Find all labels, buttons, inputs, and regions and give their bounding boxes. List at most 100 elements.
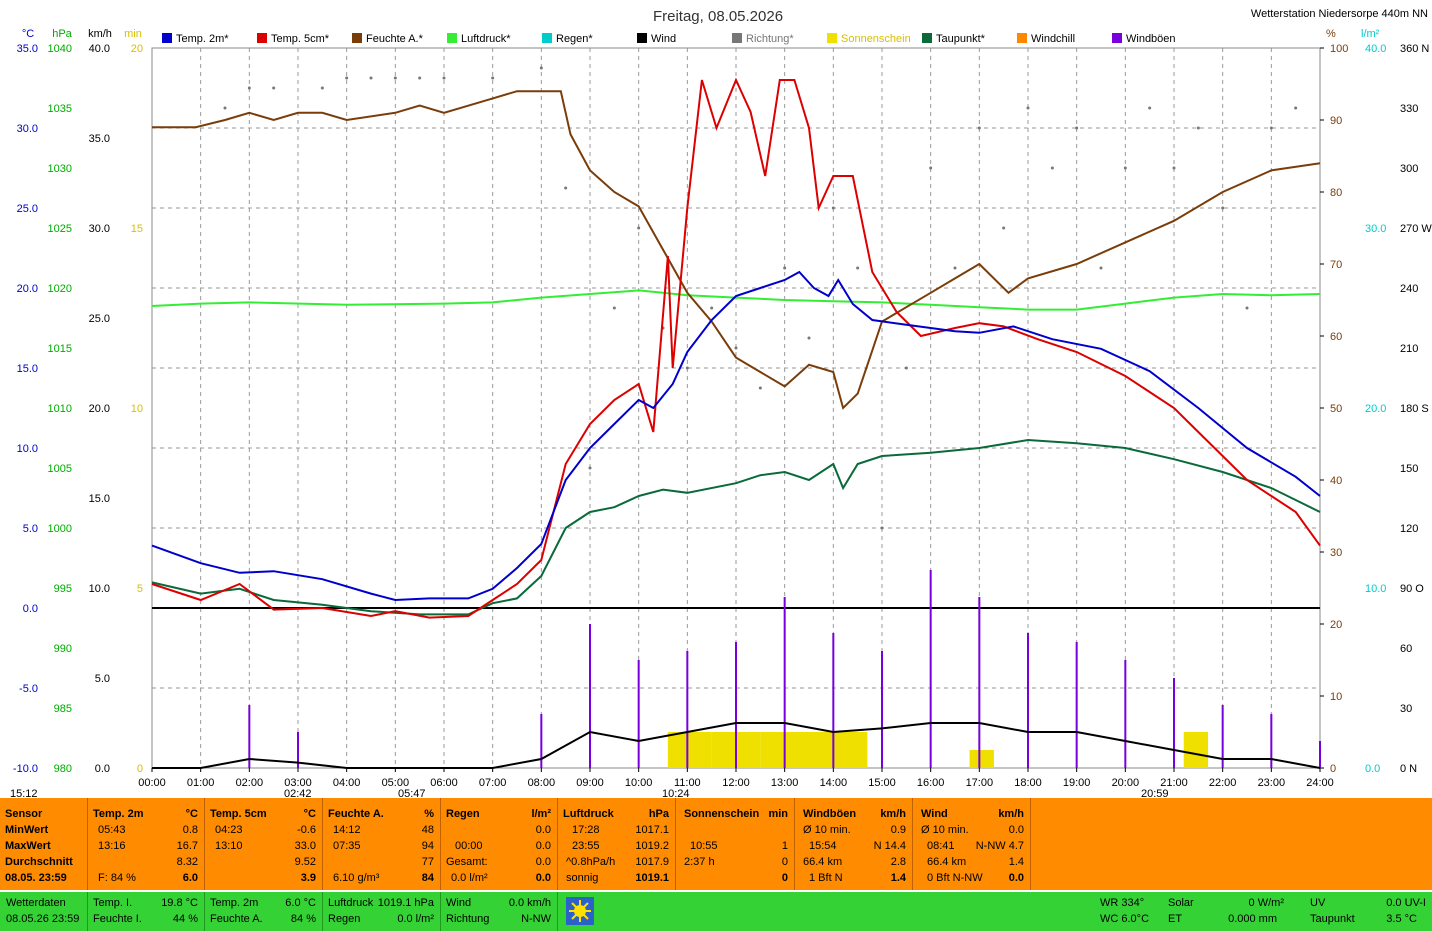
regen-unit: l/m² — [531, 808, 551, 820]
temp2m-now-label: Temp. 2m — [210, 897, 259, 909]
direction-point — [612, 306, 616, 310]
legend-swatch — [732, 33, 742, 43]
y-right-unit: l/m² — [1361, 28, 1380, 40]
solar-label: Solar — [1168, 897, 1194, 909]
sunshine-bar — [711, 732, 736, 768]
windboeen-r1: 0.9 — [890, 824, 906, 836]
regen-title: Regen — [446, 808, 480, 820]
legend-swatch — [637, 33, 647, 43]
x-tick-label: 07:00 — [479, 777, 507, 789]
y-right-tick: 50 — [1330, 403, 1342, 415]
direction-point — [783, 266, 787, 270]
wind-unit: km/h — [998, 808, 1024, 820]
direction-point — [1075, 126, 1079, 130]
y-left-tick: 20.0 — [17, 283, 38, 295]
temp5cm-max: 33.0 — [294, 840, 316, 852]
legend-label: Temp. 2m* — [176, 33, 229, 45]
temp2m-min-time: 05:43 — [98, 824, 126, 836]
row-current-label: 08.05. 23:59 — [5, 872, 67, 884]
y-left-tick: 15.0 — [17, 363, 38, 375]
y-left-tick: 0.0 — [95, 763, 110, 775]
direction-point — [1026, 106, 1030, 110]
y-left-tick: 990 — [54, 643, 72, 655]
y-left-tick: 30.0 — [89, 223, 110, 235]
legend-label: Luftdruck* — [461, 33, 511, 45]
y-right-tick: 30 — [1400, 703, 1412, 715]
wind-r4: 0.0 — [1008, 872, 1024, 884]
wind-now-label: Wind — [446, 897, 472, 909]
feuchte-title: Feuchte A. — [328, 808, 384, 820]
y-left-tick: 1000 — [48, 523, 72, 535]
legend-swatch — [352, 33, 362, 43]
weather-chart: Freitag, 08.05.2026 Wetterstation Nieder… — [0, 0, 1432, 798]
direction-point — [904, 366, 908, 370]
bottom-datetime: 08.05.26 23:59 — [6, 913, 80, 925]
regen-r2-label: 00:00 — [455, 840, 483, 852]
x-tick-label: 19:00 — [1063, 777, 1091, 789]
y-right-tick: 0 — [1330, 763, 1336, 775]
direction-point — [1002, 226, 1006, 230]
sonne-unit: min — [768, 808, 788, 820]
legend-label: Richtung* — [746, 33, 794, 45]
legend-label: Feuchte A.* — [366, 33, 424, 45]
temp2m-title: Temp. 2m — [93, 808, 144, 820]
y-right-tick: 330 — [1400, 103, 1418, 115]
windboeen-r2: N 14.4 — [873, 840, 906, 852]
x-tick-label: 02:00 — [236, 777, 264, 789]
y-right-tick: 270 W — [1400, 223, 1432, 235]
sonne-title: Sonnenschein — [684, 808, 760, 820]
windboeen-title: Windböen — [803, 808, 857, 820]
direction-point — [856, 266, 860, 270]
windboeen-r1-label: Ø 10 min. — [803, 824, 851, 836]
y-right-tick: 300 — [1400, 163, 1418, 175]
windboeen-unit: km/h — [880, 808, 906, 820]
row-max-label: MaxWert — [5, 840, 51, 852]
y-right-tick: 120 — [1400, 523, 1418, 535]
temp5cm-avg: 9.52 — [294, 856, 316, 868]
legend-swatch — [542, 33, 552, 43]
legend-label: Wind — [651, 33, 676, 45]
y-left-tick: 1035 — [48, 103, 72, 115]
x-tick-label: 18:00 — [1014, 777, 1042, 789]
sonne-r3-label: 2:37 h — [684, 856, 715, 868]
luftdruck-title: Luftdruck — [563, 808, 614, 820]
feuchte-min: 48 — [421, 824, 434, 836]
uv-label: UV — [1310, 897, 1326, 909]
direction-point — [491, 76, 495, 80]
direction-point — [953, 266, 957, 270]
luftdruck-unit: hPa — [648, 808, 669, 820]
y-left-tick: 25.0 — [17, 203, 38, 215]
direction-point — [710, 306, 714, 310]
windboeen-r2-label: 15:54 — [809, 840, 837, 852]
wind-r1: 0.0 — [1008, 824, 1024, 836]
y-left-tick: 980 — [54, 763, 72, 775]
y-left-tick: 25.0 — [89, 313, 110, 325]
direction-point — [1099, 266, 1103, 270]
temp2m-humidity: F: 84 % — [98, 872, 136, 884]
x-tick-label: 16:00 — [917, 777, 945, 789]
y-right-tick: 10 — [1330, 691, 1342, 703]
sensor-title: Sensor — [5, 808, 43, 820]
regen-now-label: Regen — [328, 913, 361, 925]
y-left-tick: 35.0 — [17, 43, 38, 55]
row-min-label: MinWert — [5, 824, 49, 836]
legend-swatch — [257, 33, 267, 43]
legend-swatch — [922, 33, 932, 43]
wr-value: WR 334° — [1100, 897, 1145, 909]
temp2m-current: 6.0 — [182, 872, 198, 884]
y-left-tick: 1005 — [48, 463, 72, 475]
x-tick-label: 22:00 — [1209, 777, 1237, 789]
feuchte-max-time: 07:35 — [333, 840, 361, 852]
y-left-tick: 0.0 — [23, 603, 38, 615]
richtung-now-label: Richtung — [446, 913, 490, 925]
legend-label: Regen* — [556, 33, 593, 45]
sonne-r2: 1 — [781, 840, 788, 852]
temp5cm-min-time: 04:23 — [215, 824, 243, 836]
y-left-tick: 1015 — [48, 343, 72, 355]
legend-label: Sonnenschein — [841, 33, 911, 45]
station-name: Wetterstation Niedersorpe 440m NN — [1251, 8, 1428, 20]
windboeen-r4-label: 1 Bft N — [809, 872, 843, 884]
y-right-tick: 40 — [1330, 475, 1342, 487]
direction-point — [1221, 206, 1225, 210]
direction-point — [223, 106, 227, 110]
